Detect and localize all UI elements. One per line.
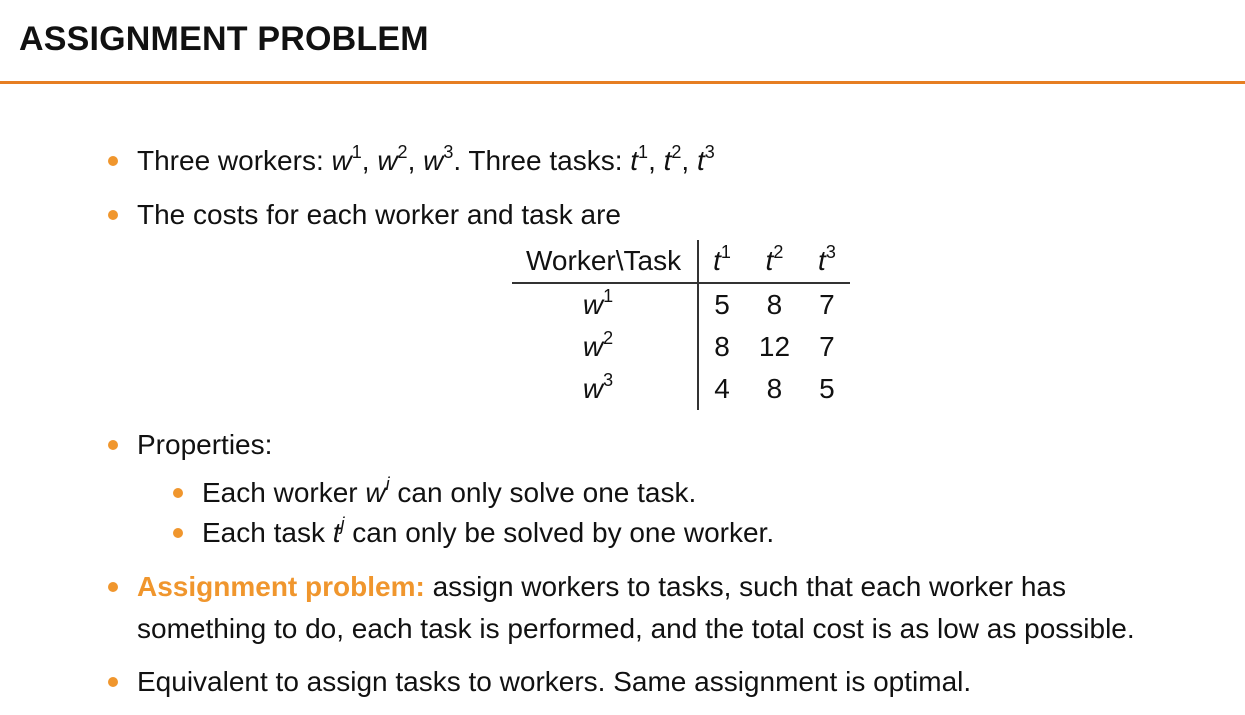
bullet-equivalence: Equivalent to assign tasks to workers. S… <box>137 666 972 697</box>
bullet-dot <box>108 210 118 220</box>
bullet-text: . Three tasks: <box>453 145 623 176</box>
table-cell: 5 <box>819 373 835 404</box>
worker-index: 3 <box>443 142 454 162</box>
table-column-header: t2 <box>744 240 805 284</box>
slide-header: ASSIGNMENT PROBLEM <box>0 0 1245 84</box>
bullet-dot <box>108 582 118 592</box>
cost-table: Worker\Task t1 t2 t3 w1 5 8 7 w2 8 12 7 … <box>512 240 850 410</box>
table-row-label: w2 <box>512 326 700 368</box>
worker-index: 2 <box>397 142 408 162</box>
table-cell: 8 <box>714 331 730 362</box>
task-symbol: t <box>696 145 705 176</box>
worker-symbol: w <box>423 145 444 176</box>
task-index: 1 <box>638 142 649 162</box>
sub-bullet-worker: Each worker wi can only solve one task. <box>202 474 697 508</box>
bullet-costs: The costs for each worker and task are <box>137 199 621 230</box>
table-cell: 4 <box>714 373 730 404</box>
bullet-dot <box>108 156 118 166</box>
table-row-label: w3 <box>512 368 700 410</box>
worker-symbol: w <box>331 145 352 176</box>
table-header-row: Worker\Task t1 t2 t3 <box>512 240 850 284</box>
sub-bullet-task: Each task tj can only be solved by one w… <box>202 514 775 548</box>
task-symbol: t <box>630 145 639 176</box>
table-cell: 8 <box>766 289 783 320</box>
table-cell: 12 <box>758 331 791 362</box>
table-column-header: t3 <box>804 240 850 284</box>
bullet-properties: Properties: <box>137 429 273 460</box>
worker-index: 1 <box>351 142 362 162</box>
bullet-assignment-definition-cont: something to do, each task is performed,… <box>137 613 1135 644</box>
table-corner-label: Worker\Task <box>512 240 700 284</box>
table-cell: 5 <box>714 289 730 320</box>
task-index: 2 <box>671 142 682 162</box>
highlight-term: Assignment problem: <box>137 571 425 602</box>
table-row: w1 5 8 7 <box>512 283 850 326</box>
bullet-text: Three workers: <box>137 145 324 176</box>
table-cell: 8 <box>766 373 783 404</box>
sub-bullet-dot <box>173 528 183 538</box>
table-cell: 7 <box>819 331 835 362</box>
table-column-header: t1 <box>698 240 745 284</box>
sub-bullet-dot <box>173 488 183 498</box>
table-row: w3 4 8 5 <box>512 368 850 410</box>
bullet-workers-tasks: Three workers: w1, w2, w3. Three tasks: … <box>137 142 715 176</box>
table-row-label: w1 <box>512 283 700 326</box>
bullet-assignment-definition: Assignment problem: assign workers to ta… <box>137 571 1066 602</box>
bullet-dot <box>108 677 118 687</box>
task-index: 3 <box>704 142 715 162</box>
worker-symbol: w <box>377 145 398 176</box>
bullet-dot <box>108 440 118 450</box>
table-cell: 7 <box>819 289 835 320</box>
slide-title: ASSIGNMENT PROBLEM <box>19 20 429 58</box>
table-row: w2 8 12 7 <box>512 326 850 368</box>
